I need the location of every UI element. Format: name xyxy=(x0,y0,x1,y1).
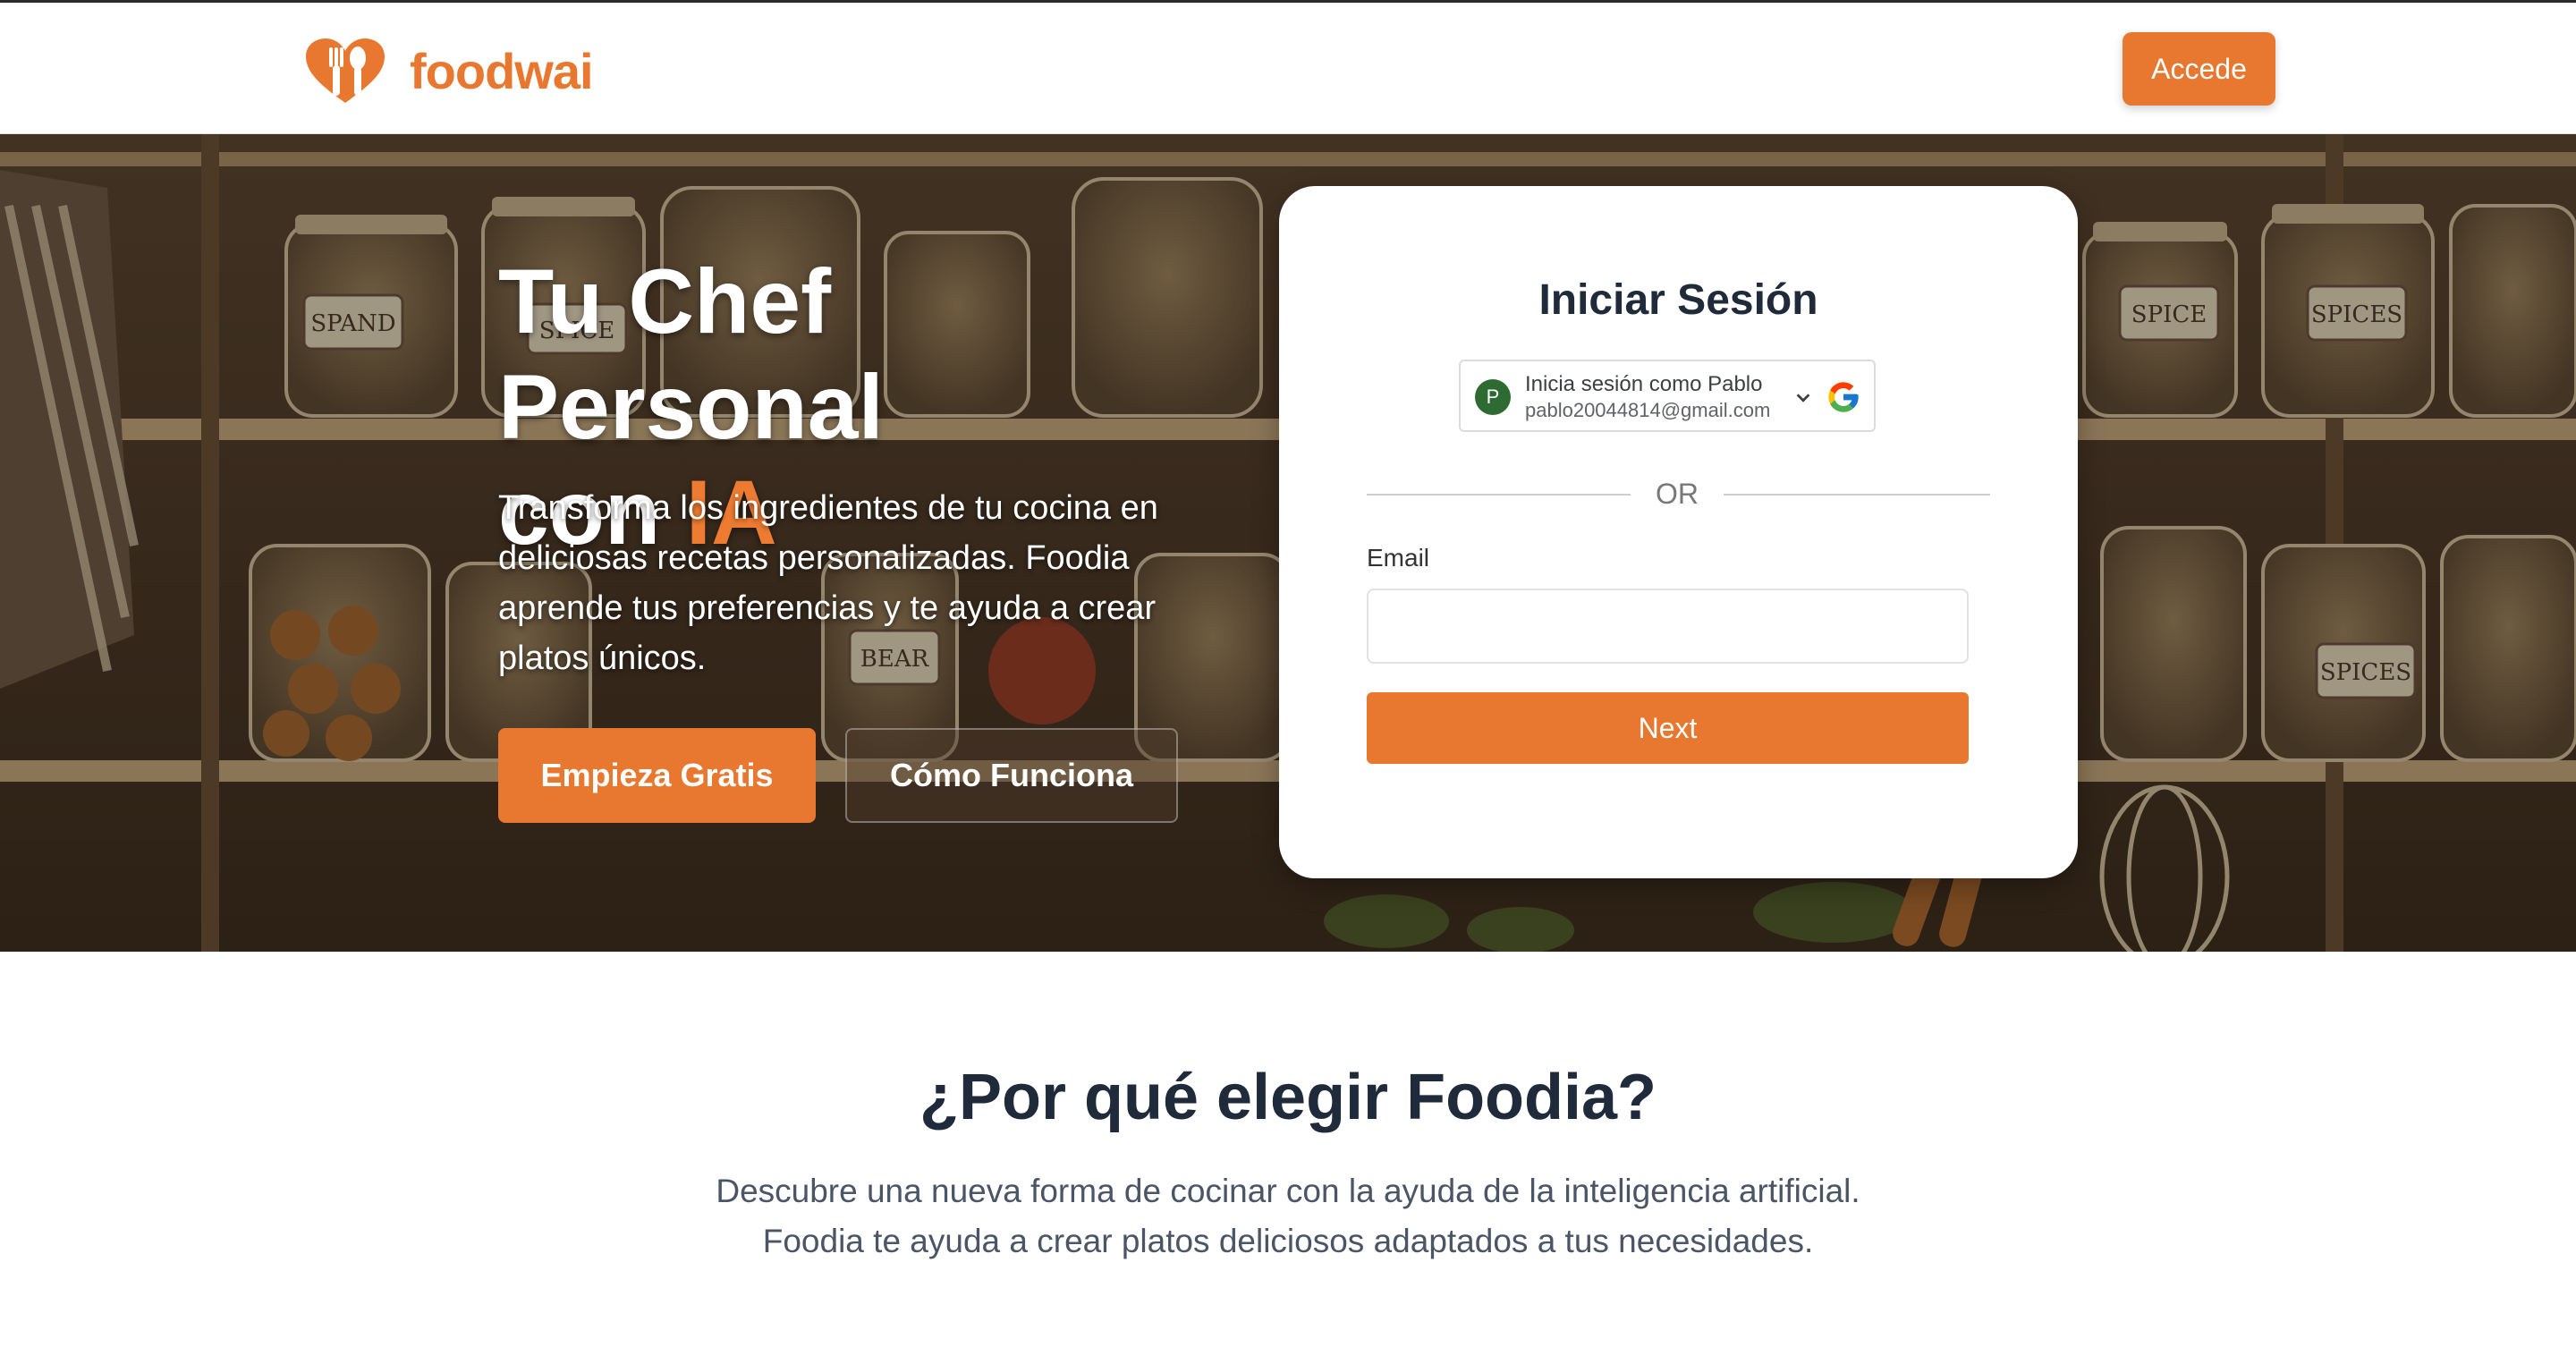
divider-right xyxy=(1724,494,1990,496)
heart-utensils-icon xyxy=(306,38,385,103)
login-title: Iniciar Sesión xyxy=(1538,276,1818,324)
or-divider-text: OR xyxy=(1656,478,1699,510)
why-line-2: Foodia te ayuda a crear platos delicioso… xyxy=(762,1223,1814,1259)
hero-section: SPAND SPICE BEAR SPICE SPICES SPICES Tu … xyxy=(0,134,2576,952)
login-card: Iniciar Sesión P Inicia sesión como Pabl… xyxy=(1279,186,2078,878)
why-line-1: Descubre una nueva forma de cocinar con … xyxy=(716,1173,1860,1209)
google-account-email: pablo20044814@gmail.com xyxy=(1525,399,1771,421)
why-description: Descubre una nueva forma de cocinar con … xyxy=(572,1166,2004,1267)
accede-button[interactable]: Accede xyxy=(2123,32,2275,106)
brand-name: foodwai xyxy=(410,43,594,99)
hero-description: Transforma los ingredientes de tu cocina… xyxy=(498,489,1158,677)
why-title: ¿Por qué elegir Foodia? xyxy=(919,1062,1657,1133)
como-funciona-button[interactable]: Cómo Funciona xyxy=(845,728,1178,823)
google-account-name: Inicia sesión como Pablo xyxy=(1525,372,1763,396)
google-logo-icon xyxy=(1828,382,1859,412)
hero-title-main: Tu Chef Personal xyxy=(498,250,884,458)
email-label: Email xyxy=(1367,544,1430,572)
avatar: P xyxy=(1475,379,1511,415)
top-navbar: foodwai Accede xyxy=(0,3,2576,134)
next-button[interactable]: Next xyxy=(1367,692,1969,764)
google-one-tap-button[interactable]: P Inicia sesión como Pablo pablo20044814… xyxy=(1459,360,1876,432)
divider-left xyxy=(1367,494,1631,496)
brand-logo[interactable]: foodwai xyxy=(302,35,594,106)
empieza-gratis-button[interactable]: Empieza Gratis xyxy=(498,728,816,823)
chevron-down-icon[interactable] xyxy=(1793,388,1813,408)
email-field[interactable] xyxy=(1367,589,1969,664)
